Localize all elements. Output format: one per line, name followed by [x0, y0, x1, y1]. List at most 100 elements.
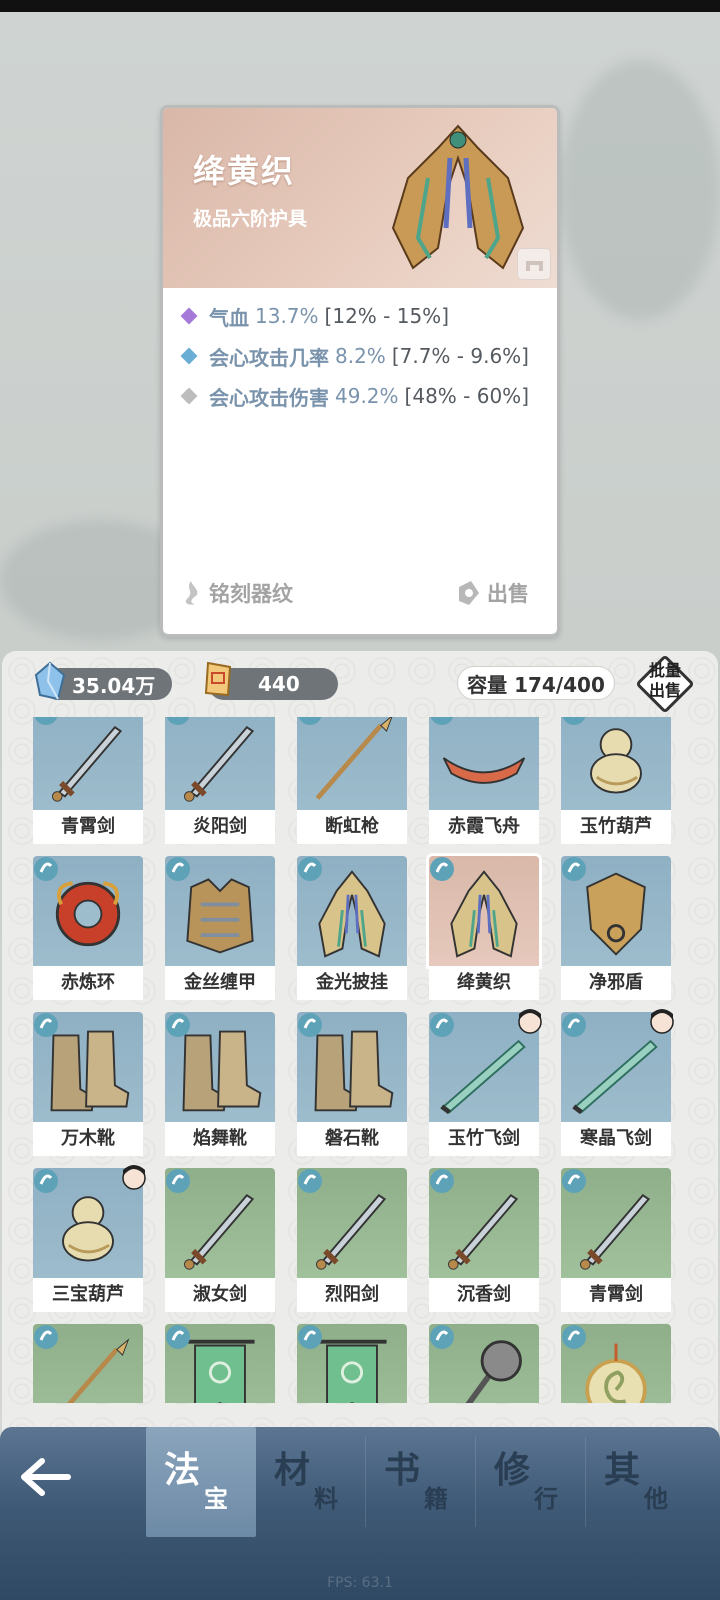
equipped-by-portrait-icon: [518, 1009, 542, 1034]
tab-cultivation[interactable]: 修 行: [476, 1427, 586, 1537]
tab-others[interactable]: 其 他: [586, 1427, 696, 1537]
item-name-label: 沉香剑: [429, 1278, 539, 1312]
inventory-item[interactable]: 万木靴: [33, 1012, 143, 1156]
item-tile: [165, 1168, 275, 1278]
inventory-item[interactable]: 烈阳剑: [297, 1168, 407, 1312]
tab-big-char: 书: [384, 1449, 421, 1491]
item-type-icon: [430, 857, 454, 881]
gourd-icon: [590, 728, 642, 794]
item-type-icon: [34, 857, 58, 881]
diamond-icon: [180, 307, 198, 325]
tab-treasures[interactable]: 法 宝: [146, 1427, 256, 1537]
item-name-label: 金丝缠甲: [165, 966, 275, 1000]
inventory-item[interactable]: 金丝缠甲: [165, 856, 275, 1000]
inventory-item[interactable]: 断虹枪: [33, 1324, 143, 1403]
item-tile: [165, 856, 275, 966]
item-name-label: 金光披挂: [297, 966, 407, 1000]
item-type-icon: [430, 1013, 454, 1037]
sword-icon: [52, 726, 123, 802]
inventory-item[interactable]: 焰舞靴: [165, 1012, 275, 1156]
engrave-button[interactable]: 铭刻器纹: [177, 578, 293, 608]
inventory-grid-viewport[interactable]: 青霄剑 炎阳剑 断虹枪 赤霞飞舟 玉竹葫芦 赤炼环 金丝缠甲 金光披挂 绛黄织 净邪盾 万木靴 焰舞靴…: [2, 717, 718, 1403]
item-tile: [33, 856, 143, 966]
inventory-item[interactable]: 流光佩: [561, 1324, 671, 1403]
item-tile: [561, 1324, 671, 1403]
item-tile: [297, 1168, 407, 1278]
sell-button[interactable]: 出售: [455, 578, 529, 608]
equipped-by-portrait-icon: [650, 1009, 674, 1034]
inventory-item[interactable]: 玉竹飞剑: [429, 1009, 542, 1156]
engrave-label: 铭刻器纹: [209, 582, 293, 606]
inventory-item[interactable]: 三生旗: [297, 1324, 407, 1403]
item-type-icon: [166, 1325, 190, 1349]
inventory-item[interactable]: 赤霞飞舟: [429, 717, 539, 844]
inventory-grid: 青霄剑 炎阳剑 断虹枪 赤霞飞舟 玉竹葫芦 赤炼环 金丝缠甲 金光披挂 绛黄织 净邪盾 万木靴 焰舞靴…: [33, 717, 674, 1403]
item-name-label: 断虹枪: [297, 810, 407, 844]
item-name-label: 炎阳剑: [165, 810, 275, 844]
item-type-icon: [34, 717, 58, 725]
inventory-item[interactable]: 炎阳剑: [165, 717, 275, 844]
item-name-label: 三宝葫芦: [33, 1278, 143, 1312]
inventory-item[interactable]: 净邪盾: [561, 856, 671, 1000]
tab-small-char: 行: [534, 1484, 558, 1513]
item-tile: [297, 717, 407, 810]
item-name-label: 赤霞飞舟: [429, 810, 539, 844]
item-tile: [165, 1324, 275, 1403]
flame-icon: [185, 581, 198, 605]
item-type-icon: [430, 1169, 454, 1193]
stat-row: 会心攻击几率 8.2% [7.7% - 9.6%]: [179, 336, 529, 376]
item-tile: [429, 1168, 539, 1278]
stat-range: [12% - 15%]: [324, 304, 449, 328]
item-type-icon: [298, 1013, 322, 1037]
inventory-item[interactable]: 赤炼环: [33, 856, 143, 1000]
item-tile: [33, 1012, 143, 1122]
inventory-item[interactable]: 金光披挂: [297, 856, 407, 1000]
item-name-label: 青霄剑: [33, 810, 143, 844]
bulk-sell-line2: 出售: [648, 681, 681, 700]
stat-row: 会心攻击伤害 49.2% [48% - 60%]: [179, 376, 529, 416]
inventory-item[interactable]: 淑女剑: [165, 1168, 275, 1312]
item-tile: [561, 856, 671, 966]
tab-big-char: 法: [164, 1449, 201, 1491]
tab-books[interactable]: 书 籍: [366, 1427, 476, 1537]
inventory-item[interactable]: 寒晶飞剑: [561, 1009, 674, 1156]
item-type-icon: [166, 1169, 190, 1193]
boat-icon: [442, 757, 526, 784]
item-name-label: 青霄剑: [561, 1278, 671, 1312]
item-type-icon: [298, 717, 322, 725]
stat-name: 气血: [209, 305, 249, 330]
status-bar: [0, 0, 720, 12]
bulk-sell-label: 批量 出售: [635, 661, 695, 701]
spear-icon: [315, 717, 393, 800]
item-type-icon: [166, 717, 190, 725]
tab-small-char: 宝: [204, 1484, 228, 1513]
inventory-item[interactable]: 墨阳锤: [429, 1324, 539, 1403]
gold-ingot-icon: [204, 661, 232, 697]
item-name: 绛黄织: [193, 152, 296, 190]
inventory-item[interactable]: 沉香剑: [429, 1168, 539, 1312]
stat-value: 49.2%: [335, 384, 399, 408]
tab-materials[interactable]: 材 料: [256, 1427, 366, 1537]
bulk-sell-line1: 批量: [648, 661, 681, 680]
equip-icon[interactable]: [517, 248, 551, 280]
inventory-item[interactable]: 青霄剑: [33, 717, 143, 844]
item-type-icon: [166, 1013, 190, 1037]
inventory-item[interactable]: 磐石靴: [297, 1012, 407, 1156]
fps-counter: FPS: 63.1: [327, 1575, 393, 1591]
item-name-label: 磐石靴: [297, 1122, 407, 1156]
item-name-label: 焰舞靴: [165, 1122, 275, 1156]
inventory-item[interactable]: 绛黄织: [429, 856, 539, 1000]
bulk-sell-button[interactable]: 批量 出售: [635, 654, 695, 714]
inventory-item[interactable]: 青霄剑: [561, 1168, 671, 1312]
item-name-label: 玉竹葫芦: [561, 810, 671, 844]
item-name-label: 烈阳剑: [297, 1278, 407, 1312]
inventory-item[interactable]: 三生旗: [165, 1324, 275, 1403]
back-arrow-icon[interactable]: [18, 1455, 74, 1499]
tab-big-char: 修: [494, 1449, 531, 1491]
item-type-icon: [34, 1013, 58, 1037]
item-tile: [429, 717, 539, 810]
inventory-item[interactable]: 三宝葫芦: [33, 1165, 146, 1312]
item-type-icon: [430, 717, 454, 725]
inventory-item[interactable]: 玉竹葫芦: [561, 717, 671, 844]
inventory-item[interactable]: 断虹枪: [297, 717, 407, 844]
